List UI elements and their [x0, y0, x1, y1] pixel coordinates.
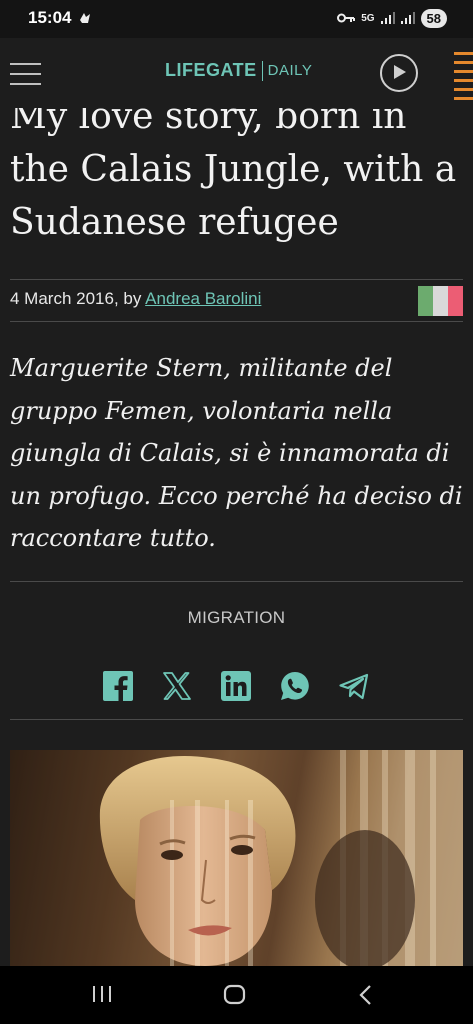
x-icon[interactable] — [161, 670, 193, 702]
network-type-label: 5G — [361, 13, 375, 24]
hero-image — [10, 750, 463, 966]
language-flag-icon[interactable] — [418, 286, 463, 316]
notification-icon — [78, 10, 92, 29]
signal-icon — [380, 9, 395, 28]
status-bar: 15:04 5G 58 — [0, 0, 473, 38]
article-date: 4 March 2016, by — [10, 289, 142, 308]
battery-indicator: 58 — [420, 9, 447, 28]
divider — [10, 581, 463, 582]
divider — [10, 719, 463, 720]
article-page: LIFEGATE DAILY My love story, born in th… — [0, 38, 473, 966]
menu-icon[interactable] — [10, 63, 41, 85]
vpn-key-icon — [337, 9, 356, 28]
article-title: My love story, born in the Calais Jungle… — [10, 96, 457, 243]
recent-apps-icon[interactable] — [91, 984, 113, 1008]
play-icon — [394, 65, 406, 79]
article-lead: Marguerite Stern, militante del gruppo F… — [10, 354, 463, 552]
share-bar — [0, 670, 473, 704]
linkedin-icon[interactable] — [220, 670, 252, 702]
site-logo[interactable]: LIFEGATE DAILY — [165, 60, 312, 81]
signal-roaming-icon — [400, 9, 415, 28]
status-icons: 5G 58 — [337, 9, 447, 28]
home-icon[interactable] — [223, 984, 247, 1010]
logo-text: LIFEGATE — [165, 60, 257, 80]
facebook-icon[interactable] — [102, 670, 134, 702]
logo-subtext: DAILY — [267, 62, 313, 79]
system-navigation-bar — [0, 966, 473, 1024]
logo-divider — [261, 60, 263, 81]
site-header: LIFEGATE DAILY — [0, 38, 473, 108]
back-icon[interactable] — [357, 984, 375, 1010]
play-audio-button[interactable] — [380, 54, 418, 92]
status-time: 15:04 — [28, 8, 72, 27]
divider — [10, 279, 463, 280]
telegram-icon[interactable] — [338, 670, 370, 702]
author-link[interactable]: Andrea Barolini — [145, 289, 261, 308]
category-tag[interactable]: MIGRATION — [0, 608, 473, 628]
article-byline: 4 March 2016, by Andrea Barolini — [10, 289, 261, 309]
decorative-stripes — [454, 52, 473, 112]
portrait-photo-icon — [10, 750, 463, 966]
whatsapp-icon[interactable] — [279, 670, 311, 702]
divider — [10, 321, 463, 322]
